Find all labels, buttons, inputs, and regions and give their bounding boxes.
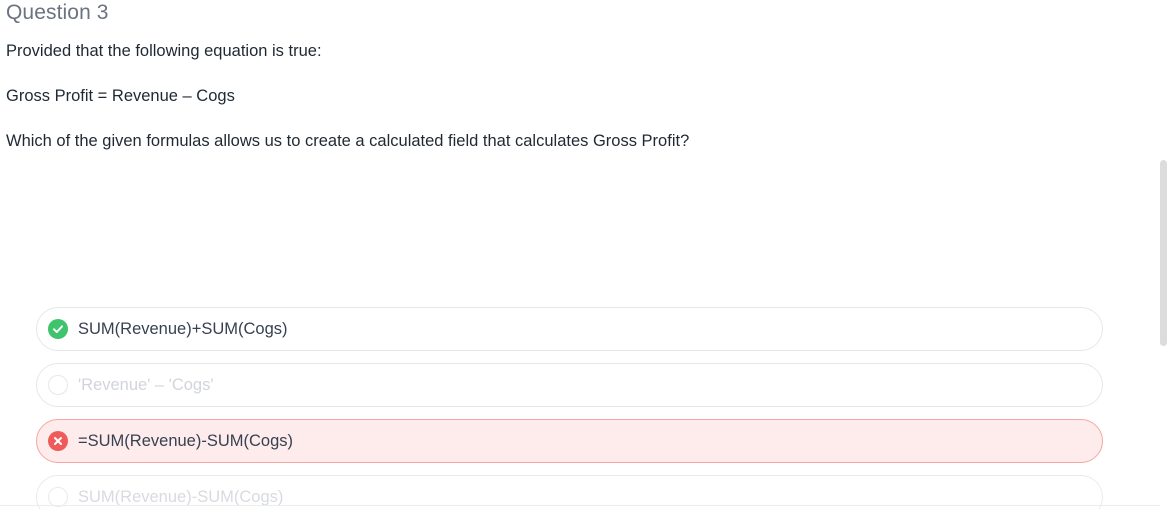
scrollbar[interactable]	[1160, 0, 1168, 509]
radio-empty-icon	[48, 375, 68, 395]
question-title: Question 3	[6, 1, 109, 24]
answer-options: SUM(Revenue)+SUM(Cogs) 'Revenue' – 'Cogs…	[36, 307, 1103, 509]
scrollbar-thumb[interactable]	[1160, 160, 1167, 346]
answer-option-label: SUM(Revenue)+SUM(Cogs)	[78, 319, 288, 338]
answer-option-label: 'Revenue' – 'Cogs'	[78, 375, 214, 394]
question-prompt: Which of the given formulas allows us to…	[6, 132, 690, 150]
answer-option-label: =SUM(Revenue)-SUM(Cogs)	[78, 431, 294, 450]
question-equation: Gross Profit = Revenue – Cogs	[6, 87, 235, 105]
answer-option-4[interactable]: SUM(Revenue)-SUM(Cogs)	[36, 475, 1103, 509]
divider	[0, 505, 1160, 506]
answer-option-label: SUM(Revenue)-SUM(Cogs)	[78, 487, 284, 506]
x-circle-icon	[48, 431, 68, 451]
check-circle-icon	[48, 319, 68, 339]
question-page: Question 3 Provided that the following e…	[0, 0, 1170, 509]
radio-empty-icon	[48, 487, 68, 507]
question-intro: Provided that the following equation is …	[6, 42, 322, 60]
answer-option-3[interactable]: =SUM(Revenue)-SUM(Cogs)	[36, 419, 1103, 463]
answer-option-2[interactable]: 'Revenue' – 'Cogs'	[36, 363, 1103, 407]
answer-option-1[interactable]: SUM(Revenue)+SUM(Cogs)	[36, 307, 1103, 351]
